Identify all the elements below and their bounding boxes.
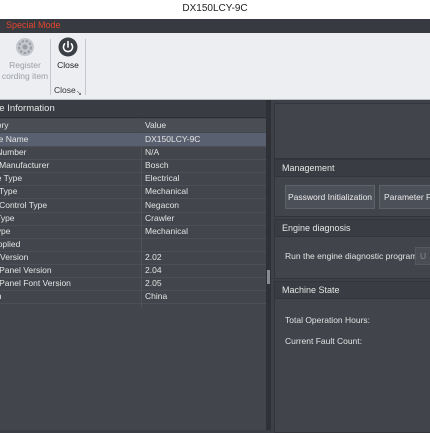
row-value: 2.02 — [145, 251, 162, 262]
management-box: Management Password Initialization Param… — [274, 159, 430, 217]
table-row[interactable]: S Version 2.02 — [0, 251, 266, 264]
ribbon: Register cording item Close Close ↘ — [0, 33, 430, 100]
row-key: S Version — [0, 251, 29, 262]
engine-information-header: ne Information — [0, 100, 266, 118]
row-key: Type — [0, 225, 11, 236]
engine-diagnosis-box: Engine diagnosis Run the engine diagnost… — [274, 219, 430, 279]
table-row[interactable]: l Type Crawler — [0, 212, 266, 225]
row-key: e Manufacturer — [0, 160, 50, 171]
ribbon-separator-2 — [85, 39, 86, 95]
password-initialization-button[interactable]: Password Initialization — [285, 185, 375, 209]
row-value: Negacon — [145, 199, 180, 210]
register-label-line1: Register — [9, 60, 41, 70]
row-value: 2.05 — [145, 278, 162, 289]
engine-information-panel: ne Information gory Value ine Name DX150L… — [0, 100, 266, 430]
row-value: N/A — [145, 147, 160, 158]
row-value: Electrical — [145, 173, 180, 184]
machine-state-title: Machine State — [282, 285, 340, 295]
engine-diagnosis-run-label: Run the engine diagnostic program: — [285, 251, 420, 261]
engine-diagnosis-title: Engine diagnosis — [282, 223, 351, 233]
title-bar: DX150LCY-9C — [0, 0, 430, 20]
row-key: e Panel Font Version — [0, 278, 71, 289]
management-title: Management — [282, 163, 335, 173]
close-label: Close — [57, 60, 79, 70]
machine-state-header: Machine State — [275, 282, 430, 299]
register-recording-item-button[interactable]: Register cording item — [0, 35, 56, 82]
row-value: DX150LCY-9C — [145, 134, 201, 144]
table-row[interactable]: p Control Type Negacon — [0, 199, 266, 212]
row-value: Crawler — [145, 212, 175, 223]
row-key: p Control Type — [0, 199, 48, 210]
table-row[interactable]: on China — [0, 290, 266, 303]
power-icon — [58, 37, 78, 57]
engine-information-title: ne Information — [0, 103, 55, 114]
table-row[interactable]: Applied — [0, 238, 266, 251]
row-value: Mechanical — [145, 225, 188, 236]
parameter-button[interactable]: Parameter Fa — [379, 185, 430, 209]
close-group-label: Close — [54, 85, 76, 95]
window-title: DX150LCY-9C — [182, 3, 248, 14]
row-key: Applied — [0, 238, 21, 249]
row-value: China — [145, 291, 168, 302]
right-panel: Management Password Initialization Param… — [271, 100, 430, 433]
value-column-header[interactable]: Value — [145, 120, 166, 130]
machine-state-box: Machine State Total Operation Hours: Cur… — [274, 281, 430, 433]
row-divider — [0, 303, 266, 305]
category-column-header[interactable]: gory — [0, 120, 9, 130]
row-value: 2.04 — [145, 265, 162, 275]
table-row[interactable]: e Panel Font Version 2.05 — [0, 277, 266, 290]
table-row[interactable]: e Manufacturer Bosch — [0, 159, 266, 172]
table-row[interactable]: ne Type Electrical — [0, 172, 266, 185]
register-label-line2: cording item — [1, 71, 49, 81]
table-header-row: gory Value — [0, 119, 266, 132]
info-box — [274, 103, 430, 159]
row-key: p Type — [0, 186, 18, 197]
mode-label: Special Mode — [6, 20, 61, 30]
table-row[interactable]: Type Mechanical — [0, 225, 266, 238]
run-diagnosis-button[interactable]: U — [415, 247, 430, 265]
row-value: Bosch — [145, 160, 169, 171]
mode-bar: Special Mode — [0, 19, 430, 33]
row-key: ine Name — [0, 134, 29, 144]
settings-gear-icon — [15, 37, 35, 57]
management-header: Management — [275, 160, 430, 177]
row-value: Mechanical — [145, 186, 188, 197]
row-key: ne Type — [0, 173, 23, 184]
row-key: e Panel Version — [0, 265, 52, 275]
engine-diagnosis-header: Engine diagnosis — [275, 220, 430, 237]
table-row[interactable]: p Type Mechanical — [0, 185, 266, 198]
row-key: l Type — [0, 212, 15, 223]
table-row[interactable]: ine Name DX150LCY-9C — [0, 133, 266, 146]
ribbon-separator — [50, 39, 51, 95]
close-button[interactable]: Close — [55, 35, 81, 71]
row-key: on — [0, 291, 1, 301]
row-key: l Number — [0, 147, 27, 158]
table-row[interactable]: e Panel Version 2.04 — [0, 264, 266, 277]
splitter-grip[interactable] — [267, 270, 270, 284]
current-fault-count-label: Current Fault Count: — [285, 336, 363, 346]
group-expand-icon[interactable]: ↘ — [76, 89, 82, 97]
total-operation-hours-label: Total Operation Hours: — [285, 315, 371, 325]
table-row[interactable]: l Number N/A — [0, 146, 266, 159]
